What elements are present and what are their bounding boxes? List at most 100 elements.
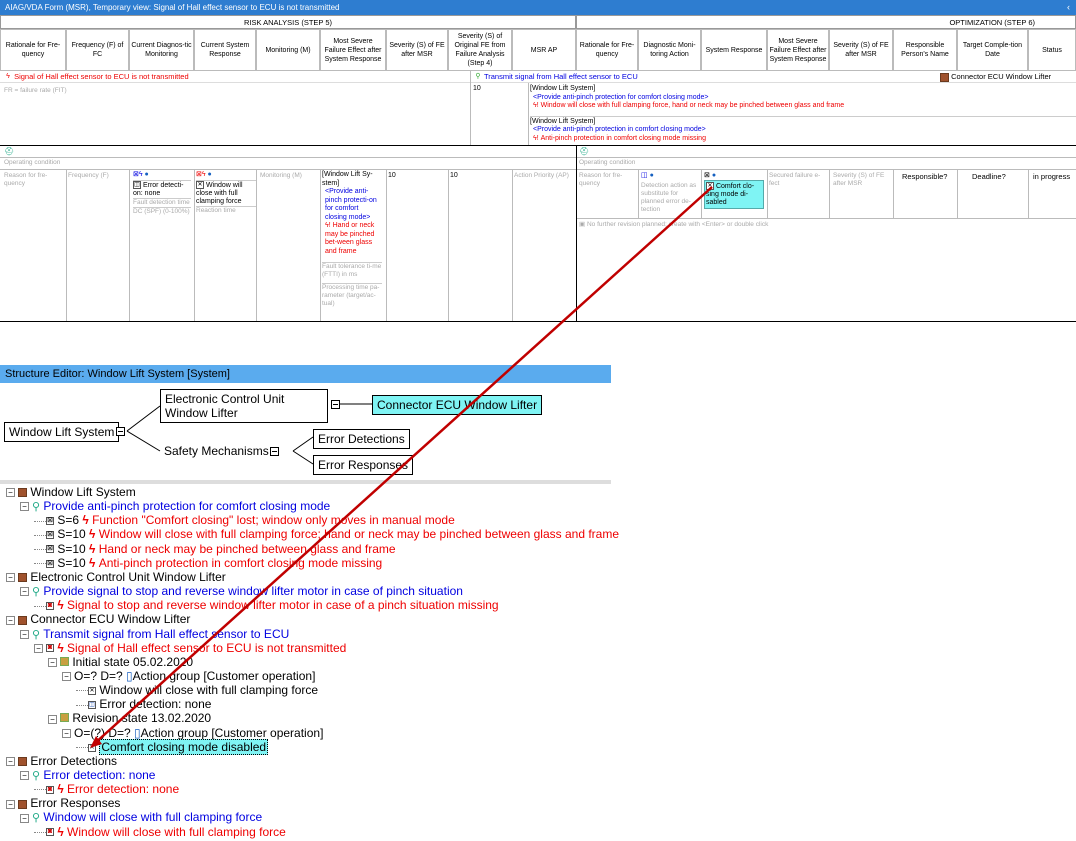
expand-toggle[interactable]: − [20, 587, 29, 597]
tree-row[interactable]: − Error Responses [6, 796, 120, 810]
failure-bolt-icon: ϟ [57, 598, 64, 613]
tree-row-text: Window will close with full clamping for… [67, 824, 286, 839]
action-group-text: Action group [Customer operation] [132, 668, 316, 683]
node-connector[interactable]: Connector ECU Window Lifter [372, 395, 543, 415]
expand-toggle[interactable]: − [6, 799, 15, 809]
expand-toggle[interactable]: − [6, 573, 15, 583]
tree-row[interactable]: − O=(?) D=? ▯Action group [Customer opera… [62, 726, 323, 740]
component-icon [18, 612, 27, 626]
tree-row[interactable]: − ⚲ Transmit signal from Hall effect sens… [20, 627, 289, 641]
response-icon: ✕ [88, 686, 96, 695]
function-icon: ⚲ [32, 812, 41, 825]
tree-row-text: Signal of Hall effect sensor to ECU is n… [67, 640, 347, 655]
component-icon [18, 485, 27, 499]
expand-toggle[interactable]: − [6, 615, 15, 625]
tree-row-text: Revision state 13.02.2020 [72, 711, 212, 726]
expand-toggle[interactable]: − [62, 672, 71, 682]
tree-row[interactable]: ⊠ S=6 ϟ Function "Comfort closing" lost;… [34, 513, 455, 527]
collapse-toggle-ecu[interactable] [331, 400, 340, 409]
tree-row[interactable]: − Revision state 13.02.2020 [48, 711, 211, 725]
failure-effect-icon: ⊠ [46, 559, 54, 568]
tree-row[interactable]: ⊠ S=10 ϟ Window will close with full cla… [34, 527, 619, 541]
function-icon: ⚲ [32, 586, 41, 599]
failure-bolt-icon: ϟ [89, 541, 96, 556]
tree-row[interactable]: − ◙ ϟ Signal of Hall effect sensor to ECU… [34, 641, 346, 655]
tree-row-text: Anti-pinch protection in comfort closing… [98, 555, 383, 570]
node-error-responses[interactable]: Error Responses [313, 455, 414, 475]
tree-row-text: Error detection: none [43, 768, 156, 782]
failure-mode-icon: ◙ [46, 644, 54, 653]
tree-row[interactable]: − ⚲ Window will close with full clamping … [20, 810, 262, 824]
tree-row[interactable]: − Window Lift System [6, 485, 136, 499]
tree-row-text: Transmit signal from Hall effect sensor … [43, 626, 290, 641]
tree-row[interactable]: − ⚲ Provide anti-pinch protection for com… [20, 499, 330, 513]
horizontal-scrollbar[interactable] [0, 480, 611, 484]
tree-row[interactable]: − Initial state 05.02.2020 [48, 655, 193, 669]
tree-row-text: Comfort closing mode disabled [99, 738, 269, 755]
detection-icon: ◫ [88, 701, 96, 710]
function-icon: ⚲ [32, 501, 41, 514]
expand-toggle[interactable]: − [6, 757, 15, 767]
expand-toggle[interactable]: − [62, 728, 71, 738]
failure-effect-icon: ⊠ [46, 517, 54, 526]
tree-row[interactable]: − ⚲ Error detection: none [20, 768, 155, 782]
tree-row[interactable]: ◙ ϟ Window will close with full clamping… [34, 825, 286, 839]
tree-row[interactable]: ◫ Error detection: none [76, 697, 211, 711]
tree-row-text: Function "Comfort closing" lost; window … [92, 513, 455, 528]
expand-toggle[interactable]: − [48, 658, 57, 668]
tree-row[interactable]: − ⚲ Provide signal to stop and reverse wi… [20, 584, 463, 598]
node-error-detections[interactable]: Error Detections [313, 429, 410, 449]
action-group-icon: ▯ [126, 668, 133, 683]
collapse-toggle-root[interactable] [116, 427, 125, 436]
node-ecu[interactable]: Electronic Control Unit Window Lifter [160, 389, 328, 423]
expand-toggle[interactable]: − [20, 813, 29, 823]
action-group-text: Action group [Customer operation] [140, 725, 324, 740]
node-safety-mechanisms[interactable]: Safety Mechanisms [164, 444, 269, 458]
failure-mode-icon: ◙ [46, 785, 54, 794]
expand-toggle[interactable]: − [34, 643, 43, 653]
tree-row[interactable]: − Electronic Control Unit Window Lifter [6, 570, 226, 584]
failure-bolt-icon: ϟ [57, 640, 64, 655]
component-icon [18, 754, 27, 768]
tree-row-text: Connector ECU Window Lifter [30, 612, 191, 627]
tree-row-text: Error detection: none [67, 782, 180, 797]
failure-bolt-icon: ϟ [57, 824, 64, 839]
expand-toggle[interactable]: − [6, 488, 15, 498]
severity-prefix: S=6 [57, 513, 80, 528]
node-window-lift-system[interactable]: Window Lift System [4, 422, 120, 442]
tree-row-text: Error detection: none [99, 697, 212, 712]
collapse-toggle-safety[interactable] [270, 447, 279, 456]
severity-prefix: S=10 [57, 527, 86, 542]
state-icon [60, 655, 69, 669]
action-group-icon: ▯ [134, 725, 141, 740]
expand-toggle[interactable]: − [48, 714, 57, 724]
tree-row[interactable]: ✕ Window will close with full clamping f… [76, 683, 318, 697]
failure-bolt-icon: ϟ [82, 513, 89, 528]
tree-row[interactable]: ⊠ S=10 ϟ Hand or neck may be pinched bet… [34, 542, 396, 556]
component-icon [18, 570, 27, 584]
tree-row[interactable]: ◙ ϟ Signal to stop and reverse window li… [34, 598, 499, 612]
tree-row[interactable]: ⊠ S=10 ϟ Anti-pinch protection in comfor… [34, 556, 382, 570]
response-icon: ✕ [88, 743, 96, 752]
expand-toggle[interactable]: − [20, 629, 29, 639]
tree-row[interactable]: ✕ Comfort closing mode disabled [76, 738, 269, 755]
tree-row[interactable]: ◙ ϟ Error detection: none [34, 782, 179, 796]
tree-row[interactable]: − Error Detections [6, 754, 117, 768]
expand-toggle[interactable]: − [20, 771, 29, 781]
tree-row-text: O=? D=? [74, 668, 127, 683]
tree-row-text: Error Detections [30, 753, 118, 768]
tree-row-text: Window Lift System [30, 485, 136, 499]
expand-toggle[interactable]: − [20, 502, 29, 512]
failure-bolt-icon: ϟ [57, 782, 64, 797]
component-icon [18, 796, 27, 810]
function-icon: ⚲ [32, 628, 41, 641]
tree-row-text: Provide signal to stop and reverse windo… [43, 584, 463, 599]
failure-effect-icon: ⊠ [46, 531, 54, 540]
tree-row[interactable]: − Connector ECU Window Lifter [6, 612, 190, 626]
tree-row-text: Window will close with full clamping for… [98, 527, 620, 542]
failure-bolt-icon: ϟ [89, 527, 96, 542]
tree-row-text: Signal to stop and reverse window lifter… [67, 598, 499, 613]
tree-row[interactable]: − O=? D=? ▯Action group [Customer operati… [62, 669, 315, 683]
tree-row-text: Error Responses [30, 796, 121, 811]
tree-row-text: Window will close with full clamping for… [43, 810, 263, 825]
